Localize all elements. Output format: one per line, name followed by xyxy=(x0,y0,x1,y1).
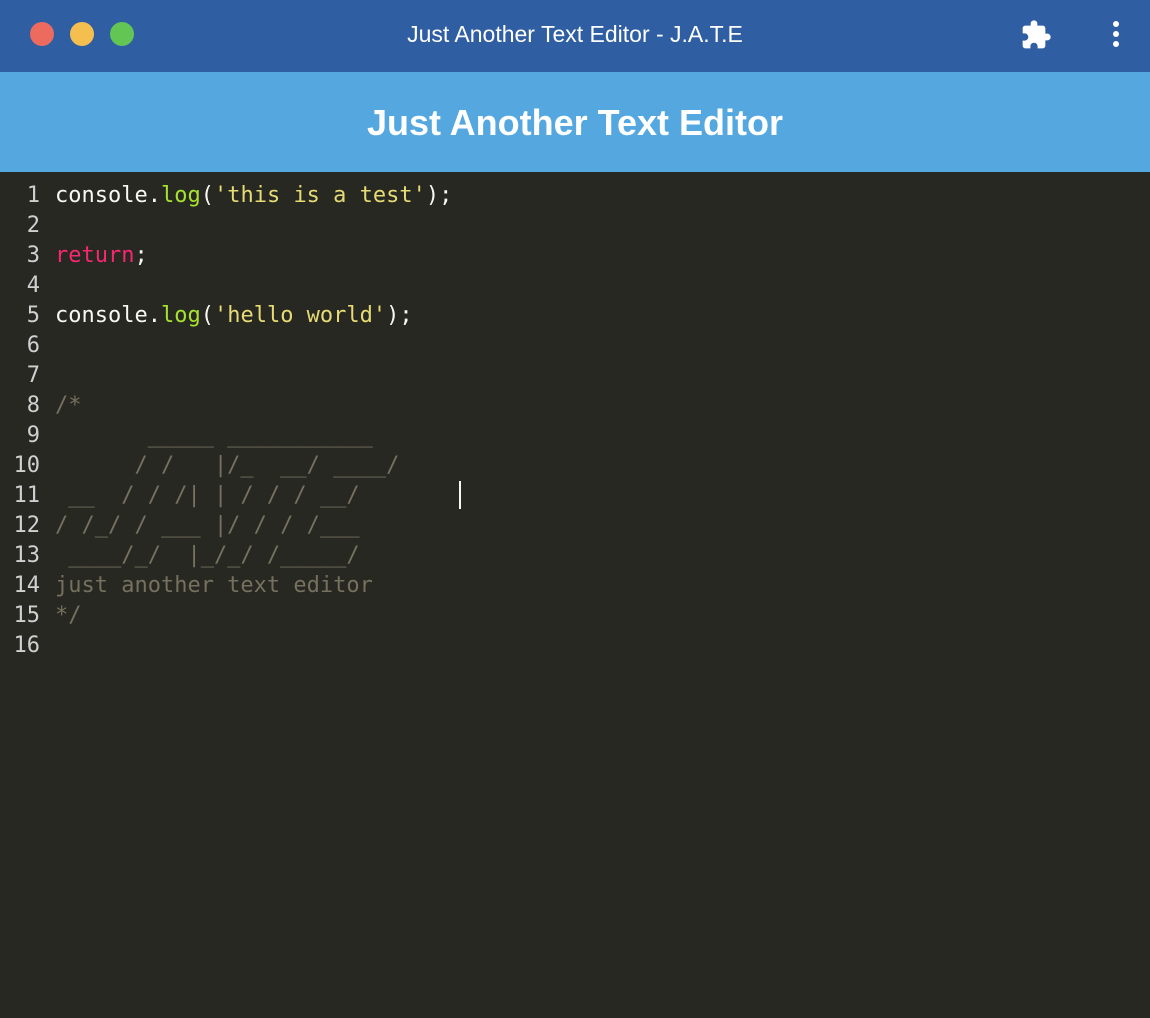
line-code[interactable]: __ / / /| | / / / __/ xyxy=(55,481,360,511)
code-line[interactable]: 10 / / |/_ __/ ____/ xyxy=(0,451,1150,481)
code-line[interactable]: 8 /* xyxy=(0,391,1150,421)
vertical-ellipsis-icon[interactable] xyxy=(1100,19,1132,51)
code-line[interactable]: 4 xyxy=(0,271,1150,301)
line-number: 4 xyxy=(26,273,40,298)
line-number: 8 xyxy=(26,393,40,418)
line-number: 5 xyxy=(26,303,40,328)
code-token: ( xyxy=(200,183,214,208)
puzzle-piece-icon[interactable] xyxy=(1020,19,1052,51)
code-token: ____/_/ |_/_/ /_____/ xyxy=(55,543,360,568)
line-code[interactable]: */ xyxy=(55,601,82,631)
line-code[interactable]: _____ ___________ xyxy=(55,421,373,451)
line-number: 16 xyxy=(13,633,41,658)
line-number: 7 xyxy=(26,363,40,388)
code-token: log xyxy=(160,183,201,208)
text-cursor xyxy=(459,481,461,509)
code-editor[interactable]: 1 console.log('this is a test'); 2 3 return;… xyxy=(0,172,1150,1018)
line-code[interactable]: console.log('hello world'); xyxy=(55,301,413,331)
code-token: console. xyxy=(55,303,161,328)
code-token: log xyxy=(160,303,201,328)
code-token: ( xyxy=(200,303,214,328)
line-number: 3 xyxy=(26,243,40,268)
code-token: / / |/_ __/ ____/ xyxy=(55,453,400,478)
line-number: 13 xyxy=(13,543,41,568)
line-code[interactable]: /* xyxy=(55,391,82,421)
code-line[interactable]: 11 __ / / /| | / / / __/ xyxy=(0,481,1150,511)
code-token: _____ ___________ xyxy=(55,423,373,448)
line-code[interactable]: just another text editor xyxy=(55,571,373,601)
line-code[interactable]: / /_/ / ___ |/ / / /___ xyxy=(55,511,360,541)
line-number: 14 xyxy=(13,573,41,598)
app-window: Just Another Text Editor - J.A.T.E Just … xyxy=(0,0,1150,1018)
code-line[interactable]: 3 return; xyxy=(0,241,1150,271)
code-line[interactable]: 12 / /_/ / ___ |/ / / /___ xyxy=(0,511,1150,541)
line-number: 12 xyxy=(13,513,41,538)
code-token: ; xyxy=(134,243,148,268)
line-code[interactable]: console.log('this is a test'); xyxy=(55,181,452,211)
code-token: return xyxy=(55,243,135,268)
code-line[interactable]: 1 console.log('this is a test'); xyxy=(0,181,1150,211)
code-token: __ / / /| | / / / __/ xyxy=(55,483,360,508)
line-number: 1 xyxy=(26,183,40,208)
code-line[interactable]: 7 xyxy=(0,361,1150,391)
line-number: 10 xyxy=(13,453,41,478)
code-line[interactable]: 15 */ xyxy=(0,601,1150,631)
app-title: Just Another Text Editor xyxy=(366,102,784,143)
window-title: Just Another Text Editor - J.A.T.E xyxy=(407,21,743,47)
code-token: /* xyxy=(55,393,82,418)
app-header: Just Another Text Editor xyxy=(0,72,1150,172)
line-number: 2 xyxy=(26,213,40,238)
line-code[interactable]: return; xyxy=(55,241,148,271)
line-number: 15 xyxy=(13,603,41,628)
code-token: ); xyxy=(425,183,453,208)
editor-lines[interactable]: 1 console.log('this is a test'); 2 3 return;… xyxy=(0,181,1150,661)
code-line[interactable]: 2 xyxy=(0,211,1150,241)
line-number: 6 xyxy=(26,333,40,358)
line-number: 9 xyxy=(26,423,40,448)
code-token: 'hello world' xyxy=(213,303,387,328)
code-token: ); xyxy=(386,303,413,328)
code-line[interactable]: 6 xyxy=(0,331,1150,361)
code-token: */ xyxy=(55,603,82,628)
window-titlebar[interactable]: Just Another Text Editor - J.A.T.E xyxy=(0,0,1150,72)
code-line[interactable]: 13 ____/_/ |_/_/ /_____/ xyxy=(0,541,1150,571)
line-number: 11 xyxy=(13,483,41,508)
code-line[interactable]: 16 xyxy=(0,631,1150,661)
line-code[interactable]: / / |/_ __/ ____/ xyxy=(55,451,399,481)
code-token: 'this is a test' xyxy=(213,183,426,208)
code-token: console. xyxy=(55,183,161,208)
line-code[interactable]: ____/_/ |_/_/ /_____/ xyxy=(55,541,360,571)
code-line[interactable]: 9 _____ ___________ xyxy=(0,421,1150,451)
code-line[interactable]: 14 just another text editor xyxy=(0,571,1150,601)
code-line[interactable]: 5 console.log('hello world'); xyxy=(0,301,1150,331)
code-token: / /_/ / ___ |/ / / /___ xyxy=(55,513,360,538)
code-token: just another text editor xyxy=(55,573,373,598)
